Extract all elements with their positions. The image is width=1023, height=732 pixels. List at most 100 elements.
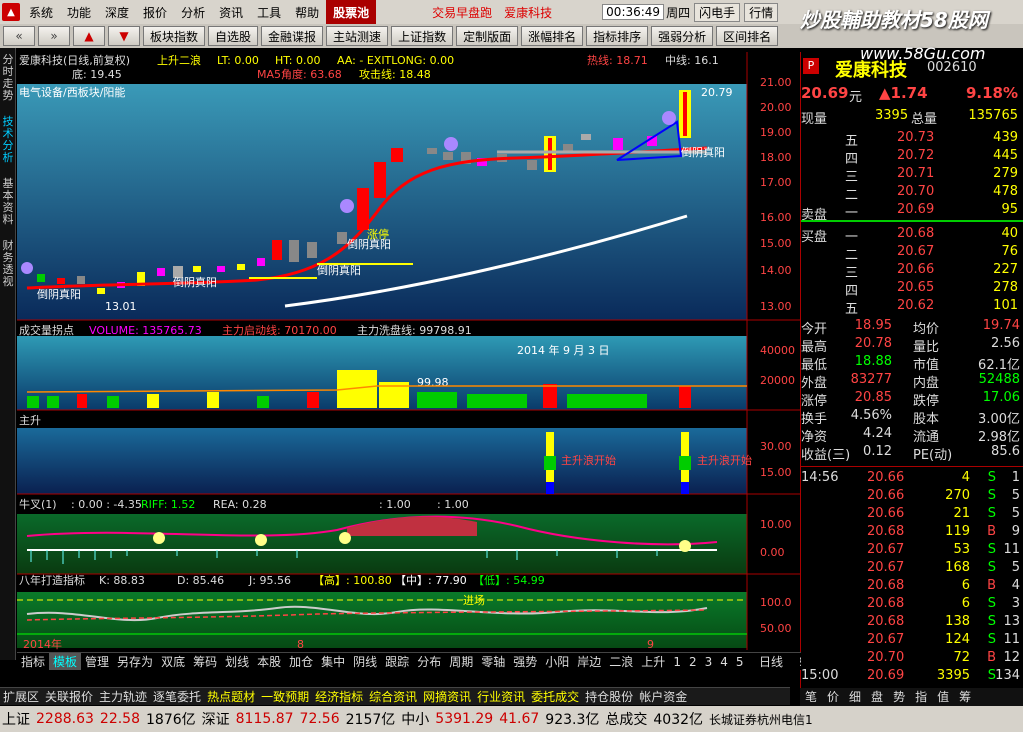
extension-tab[interactable]: 行业资讯: [474, 688, 528, 705]
right-tab[interactable]: 盘: [866, 688, 888, 706]
p-icon[interactable]: P: [803, 58, 819, 74]
indicator-tab[interactable]: 模板: [49, 653, 82, 670]
red-link-2[interactable]: 爱康科技: [498, 4, 558, 21]
tick-price: 20.70: [867, 650, 905, 665]
right-tab[interactable]: 笔: [800, 688, 822, 706]
clock: 00:36:49: [602, 4, 665, 20]
indicator-tab[interactable]: 零轴: [477, 653, 509, 670]
extension-tab[interactable]: 委托成交: [528, 688, 582, 705]
menu-item-tools[interactable]: 工具: [250, 0, 288, 24]
toolbar-watchlist[interactable]: 自选股: [208, 26, 259, 46]
indicator-tab[interactable]: 分布: [413, 653, 445, 670]
extension-tab[interactable]: 关联报价: [42, 688, 96, 705]
sz-label[interactable]: 深证: [202, 709, 230, 729]
indicator-tab[interactable]: 岸边: [573, 653, 605, 670]
sh-label[interactable]: 上证: [2, 709, 30, 729]
niu-axis-label: 0.00: [760, 546, 785, 559]
right-tab[interactable]: 值: [932, 688, 954, 706]
indicator-tab[interactable]: 3: [701, 653, 717, 670]
up-arrow-button[interactable]: ▲: [73, 26, 105, 46]
menu-item-function[interactable]: 功能: [60, 0, 98, 24]
indicator-tab[interactable]: 1: [669, 653, 685, 670]
stock-pool-tab[interactable]: 股票池: [326, 0, 377, 24]
tick-count: 12: [1003, 650, 1020, 665]
extension-tab[interactable]: 热点题材: [204, 688, 258, 705]
toolbar-speed-test[interactable]: 主站测速: [326, 26, 389, 46]
indicator-tab[interactable]: 双底: [157, 653, 189, 670]
tick-volume: 53: [953, 542, 970, 557]
buy-level: 二 20.67 76: [801, 244, 1023, 263]
zx-label[interactable]: 中小: [401, 709, 429, 729]
app-window: ▲ 系统 功能 深度 报价 分析 资讯 工具 帮助 股票池 交易早盘跑 爱康科技…: [0, 0, 1023, 732]
right-tab[interactable]: 细: [844, 688, 866, 706]
toolbar-indicator-sort[interactable]: 指标排序: [586, 26, 649, 46]
tick-volume: 6: [961, 596, 970, 611]
right-tab[interactable]: 价: [822, 688, 844, 706]
book-level: 二: [845, 248, 859, 263]
indicator-tab[interactable]: 划线: [221, 653, 253, 670]
right-tab[interactable]: 筹: [954, 688, 976, 706]
kline-chart-area[interactable]: 爱康科技(日线,前复权) 上升二浪 LT: 0.00 HT: 0.00 AA: …: [17, 52, 801, 650]
down-arrow-button[interactable]: ▼: [108, 26, 140, 46]
extension-tab[interactable]: 网摘资讯: [420, 688, 474, 705]
toolbar-range-rank[interactable]: 区间排名: [716, 26, 779, 46]
vtab-technical[interactable]: 技术分析: [0, 114, 16, 164]
extension-tab[interactable]: 帐户资金: [636, 688, 690, 705]
indicator-tab[interactable]: 跟踪: [381, 653, 413, 670]
toolbar-finance-intel[interactable]: 金融谍报: [261, 26, 324, 46]
toolbar-strength[interactable]: 强弱分析: [651, 26, 714, 46]
indicator-tab[interactable]: 强势: [509, 653, 541, 670]
indicator-tab[interactable]: 管理: [81, 653, 113, 670]
extension-tab[interactable]: 逐笔委托: [150, 688, 204, 705]
indicator-tab[interactable]: 指标: [17, 653, 49, 670]
tick-row: 20.70 72 B 12: [801, 650, 1023, 668]
vtab-finance[interactable]: 财务透视: [0, 238, 16, 288]
book-volume: 278: [993, 280, 1018, 295]
indicator-tab[interactable]: 2: [685, 653, 701, 670]
menu-item-analysis[interactable]: 分析: [174, 0, 212, 24]
toolbar-sh-index[interactable]: 上证指数: [391, 26, 454, 46]
toolbar-gain-rank[interactable]: 涨幅排名: [521, 26, 584, 46]
vtab-intraday[interactable]: 分时走势: [0, 52, 16, 102]
extension-tab[interactable]: 综合资讯: [366, 688, 420, 705]
extension-tab[interactable]: 一致预期: [258, 688, 312, 705]
right-tab[interactable]: 势: [888, 688, 910, 706]
vtab-fundamentals[interactable]: 基本资料: [0, 176, 16, 226]
indicator-tab[interactable]: 筹码: [189, 653, 221, 670]
indicator-tab[interactable]: 上升: [637, 653, 669, 670]
indicator-tab[interactable]: 集中: [317, 653, 349, 670]
indicator-tab[interactable]: 另存为: [113, 653, 157, 670]
menu-item-help[interactable]: 帮助: [288, 0, 326, 24]
indicator-tab[interactable]: 周期: [445, 653, 477, 670]
indicator-tab[interactable]: 小阳: [541, 653, 573, 670]
extension-tab[interactable]: 主力轨迹: [96, 688, 150, 705]
price-axis-label: 15.00: [760, 237, 792, 250]
indicator-tab[interactable]: 加仓: [285, 653, 317, 670]
tick-volume: 4: [961, 470, 970, 485]
extension-tab[interactable]: 持仓股份: [582, 688, 636, 705]
menu-item-news[interactable]: 资讯: [212, 0, 250, 24]
menu-item-depth[interactable]: 深度: [98, 0, 136, 24]
menu-item-system[interactable]: 系统: [22, 0, 60, 24]
flash-trade-button[interactable]: 闪电手: [694, 2, 741, 22]
toolbar-custom-layout[interactable]: 定制版面: [456, 26, 519, 46]
back-double-button[interactable]: «: [3, 26, 35, 46]
extension-tab[interactable]: 经济指标: [312, 688, 366, 705]
toolbar-sector-index[interactable]: 板块指数: [143, 26, 206, 46]
extension-tab[interactable]: 扩展区: [0, 688, 42, 705]
price-axis-label: 16.00: [760, 211, 792, 224]
tick-count: 5: [1011, 506, 1020, 521]
kdj-axis-label: 50.00: [760, 622, 792, 635]
indicator-tab[interactable]: 二浪: [605, 653, 637, 670]
period-label[interactable]: 日线: [745, 652, 800, 670]
indicator-tab[interactable]: 4: [716, 653, 732, 670]
indicator-tab[interactable]: 阴线: [349, 653, 381, 670]
indicator-tab[interactable]: 本股: [253, 653, 285, 670]
red-link-1[interactable]: 交易早盘跑: [426, 4, 498, 21]
market-button[interactable]: 行情: [744, 2, 779, 22]
right-tab[interactable]: 指: [910, 688, 932, 706]
menu-item-quote[interactable]: 报价: [136, 0, 174, 24]
forward-double-button[interactable]: »: [38, 26, 70, 46]
time-axis-month: 9: [647, 638, 654, 650]
book-volume: 101: [993, 298, 1018, 313]
